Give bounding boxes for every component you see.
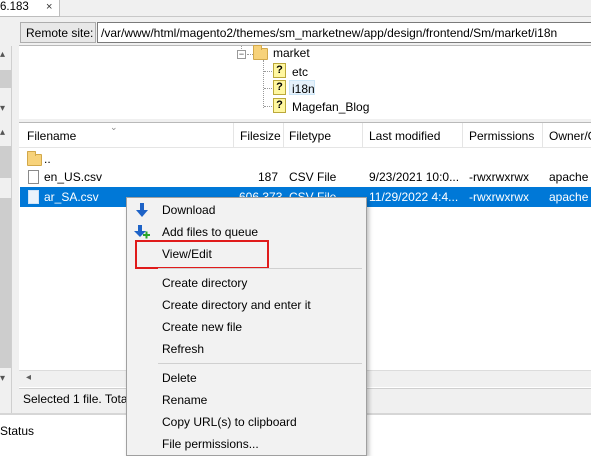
column-header-owner[interactable]: Owner/G (549, 129, 591, 143)
table-row[interactable]: .. (20, 150, 591, 168)
unknown-folder-icon: ? (273, 80, 286, 95)
file-modified: 11/29/2022 4:4... (369, 190, 459, 204)
tree-line (264, 88, 272, 89)
menu-item-label: Refresh (162, 342, 205, 356)
column-header-permissions[interactable]: Permissions (469, 129, 534, 143)
tab-close-icon[interactable]: × (46, 1, 52, 13)
menu-separator (158, 363, 362, 364)
menu-item-label: Create directory (162, 276, 248, 290)
scrollbar-track[interactable] (0, 198, 11, 368)
menu-item-create-directory-enter[interactable]: Create directory and enter it (127, 294, 366, 316)
scroll-up-icon[interactable]: ▴ (0, 49, 5, 60)
column-divider[interactable] (233, 123, 234, 148)
column-header-filetype[interactable]: Filetype (289, 129, 331, 143)
collapse-toggle-icon[interactable]: − (237, 50, 246, 59)
column-header-last-modified[interactable]: Last modified (369, 129, 440, 143)
unknown-folder-icon: ? (273, 63, 286, 78)
menu-item-label: Add files to queue (162, 225, 259, 239)
menu-item-file-permissions[interactable]: File permissions... (127, 433, 366, 455)
menu-item-label: Create directory and enter it (162, 298, 311, 312)
menu-item-label: Rename (162, 393, 208, 407)
scroll-down-icon[interactable]: ▾ (0, 373, 5, 384)
file-permissions: -rwxrwxrwx (469, 190, 529, 204)
tab-label: 6.183 (0, 1, 29, 13)
column-divider[interactable] (462, 123, 463, 148)
scrollbar-thumb[interactable] (0, 70, 11, 88)
menu-item-label: Download (162, 203, 216, 217)
column-header-filesize[interactable]: Filesize (240, 129, 281, 143)
scrollbar-thumb[interactable] (0, 146, 11, 178)
tree-line (263, 60, 264, 108)
column-divider[interactable] (283, 123, 284, 148)
menu-item-create-new-file[interactable]: Create new file (127, 316, 366, 338)
sort-indicator-icon: ⌄ (110, 122, 118, 132)
add-to-queue-icon (134, 225, 150, 239)
column-header-filename[interactable]: Filename (27, 129, 76, 143)
menu-item-label: Delete (162, 371, 197, 385)
file-icon (28, 190, 39, 204)
menu-item-rename[interactable]: Rename (127, 389, 366, 411)
menu-separator (158, 268, 362, 269)
column-divider[interactable] (542, 123, 543, 148)
menu-item-label: Create new file (162, 320, 243, 334)
download-arrow-icon (136, 203, 148, 217)
tree-line (264, 71, 272, 72)
tree-item-label: Magefan_Blog (292, 100, 370, 114)
unknown-folder-icon: ? (273, 98, 286, 113)
tree-line (264, 106, 272, 107)
scroll-left-icon[interactable]: ◂ (26, 372, 31, 383)
annotation-highlight-box (135, 240, 269, 269)
selection-status-text: Selected 1 file. Total (23, 392, 131, 406)
tree-item-label: i18n (292, 82, 315, 96)
scroll-down-icon[interactable]: ▾ (0, 103, 5, 114)
menu-item-download[interactable]: Download (127, 199, 366, 221)
remote-site-label: Remote site: (26, 26, 94, 40)
folder-icon (27, 151, 42, 166)
menu-item-label: Copy URL(s) to clipboard (162, 415, 297, 429)
file-name: en_US.csv (44, 170, 103, 184)
folder-icon (253, 45, 268, 60)
menu-item-create-directory[interactable]: Create directory (127, 272, 366, 294)
menu-item-label: File permissions... (162, 437, 259, 451)
column-divider[interactable] (362, 123, 363, 148)
file-owner: apache (549, 190, 589, 204)
menu-item-refresh[interactable]: Refresh (127, 338, 366, 360)
file-size: 187 (258, 170, 279, 184)
menu-item-copy-url[interactable]: Copy URL(s) to clipboard (127, 411, 366, 433)
file-type: CSV File (289, 170, 337, 184)
tree-item-label: etc (292, 65, 309, 79)
table-row[interactable]: en_US.csv 187 CSV File 9/23/2021 10:0...… (20, 168, 591, 187)
file-name: ar_SA.csv (44, 190, 99, 204)
menu-item-delete[interactable]: Delete (127, 367, 366, 389)
status-panel-title: Status (0, 424, 35, 438)
tab-strip (0, 0, 591, 17)
file-modified: 9/23/2021 10:0... (369, 170, 460, 184)
file-icon (28, 170, 39, 184)
file-name: .. (44, 152, 51, 166)
remote-site-path-text: /var/www/html/magento2/themes/sm_marketn… (101, 26, 558, 40)
file-permissions: -rwxrwxrwx (469, 170, 529, 184)
file-owner: apache (549, 170, 589, 184)
scroll-up-icon[interactable]: ▴ (0, 127, 5, 138)
tree-item-label: market (273, 46, 310, 60)
